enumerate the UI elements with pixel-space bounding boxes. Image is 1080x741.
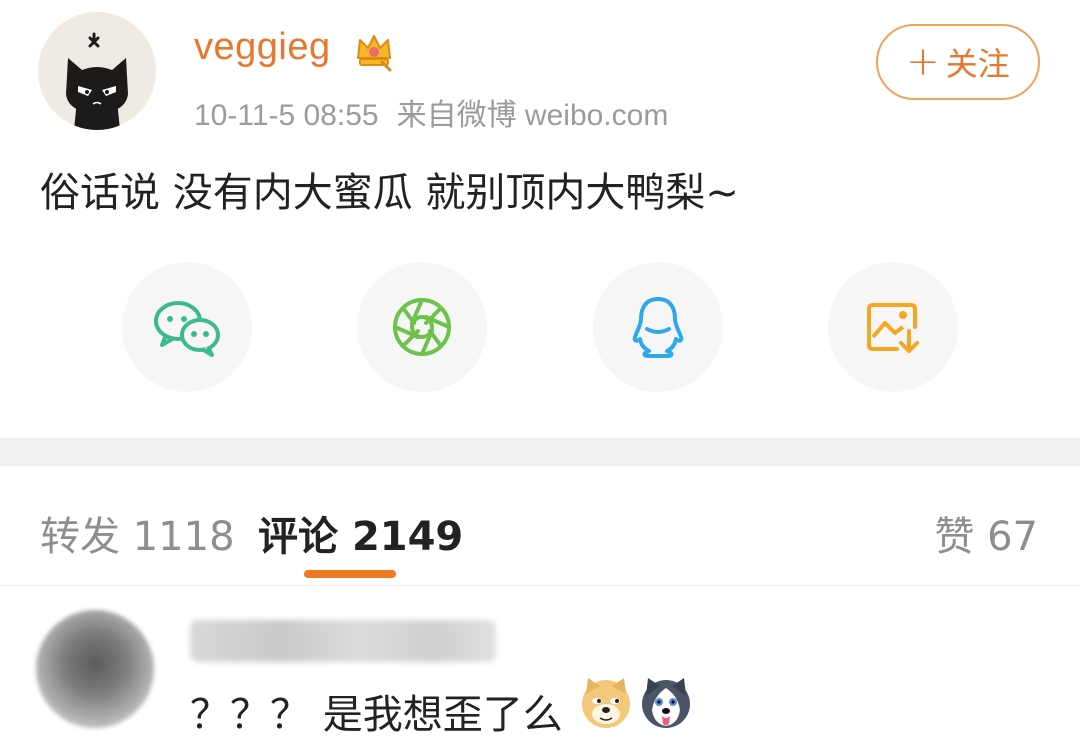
active-tab-indicator	[304, 570, 396, 578]
comment-item: ？？？ 是我想歪了么	[0, 588, 1080, 741]
comment-text: ？？？ 是我想歪了么	[190, 692, 563, 738]
save-image-button[interactable]	[828, 262, 958, 392]
share-moments-button[interactable]	[357, 262, 487, 392]
wechat-icon	[154, 301, 220, 357]
weibo-post: veggieg 10-11-5 08:55 来自微博 weibo.com + 关注…	[0, 0, 1080, 438]
save-image-icon	[867, 303, 919, 353]
post-meta: 10-11-5 08:55 来自微博 weibo.com	[194, 90, 686, 134]
tab-comments[interactable]: 评论 2149	[258, 504, 463, 562]
post-source: 来自微博 weibo.com	[396, 99, 669, 132]
follow-button[interactable]: + 关注	[876, 24, 1040, 100]
post-timestamp: 10-11-5 08:55	[194, 99, 379, 132]
tab-comments-label: 评论	[258, 514, 338, 560]
follow-label: 关注	[945, 45, 1010, 83]
crown-badge-icon	[357, 35, 392, 72]
commenter-name-blurred[interactable]	[190, 620, 496, 662]
share-wechat-button[interactable]	[122, 262, 252, 392]
section-divider	[0, 438, 1080, 466]
share-qq-button[interactable]	[593, 262, 723, 392]
tab-likes-count: 67	[987, 514, 1038, 560]
commenter-avatar[interactable]	[36, 610, 154, 728]
qq-icon	[632, 297, 684, 358]
tab-comments-count: 2149	[351, 514, 464, 560]
tab-repost-count: 1118	[132, 514, 235, 560]
post-content: 俗话说 没有内大蜜瓜 就别顶内大鸭梨~	[40, 170, 739, 216]
tab-repost[interactable]: 转发 1118	[40, 504, 235, 562]
moments-icon	[393, 298, 451, 356]
interaction-tabs: 转发 1118 评论 2149 赞 67	[0, 466, 1080, 586]
cat-avatar-icon	[38, 12, 156, 130]
plus-icon: +	[906, 39, 940, 85]
doge-emoji	[582, 678, 630, 728]
tab-likes-label: 赞	[934, 514, 975, 560]
husky-emoji	[642, 678, 690, 728]
tab-likes[interactable]: 赞 67	[934, 504, 1038, 562]
username[interactable]: veggieg	[194, 26, 331, 69]
tab-repost-label: 转发	[40, 514, 120, 560]
share-row	[0, 262, 1080, 392]
user-avatar[interactable]	[38, 12, 156, 130]
